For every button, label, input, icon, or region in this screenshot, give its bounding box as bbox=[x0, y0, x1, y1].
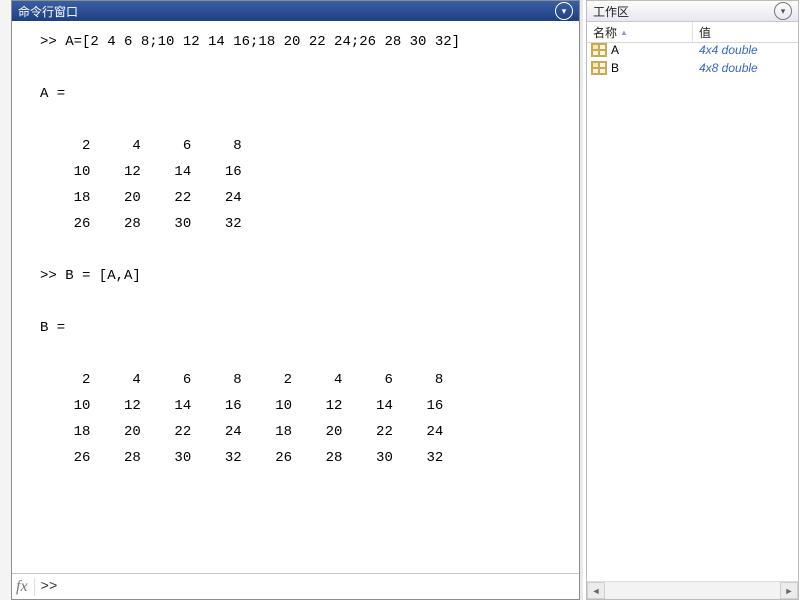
variable-name: B bbox=[611, 61, 619, 75]
workspace-col-name[interactable]: 名称 ▲ bbox=[587, 22, 693, 42]
workspace-var-row[interactable]: B 4x8 double bbox=[587, 59, 798, 77]
command-window-body[interactable]: >> A=[2 4 6 8;10 12 14 16;18 20 22 24;26… bbox=[12, 21, 579, 573]
command-window-panel: 命令行窗口 ▾ >> A=[2 4 6 8;10 12 14 16;18 20 … bbox=[11, 0, 580, 600]
workspace-col-value[interactable]: 值 bbox=[693, 22, 798, 42]
workspace-var-row[interactable]: A 4x4 double bbox=[587, 41, 798, 59]
variable-value: 4x8 double bbox=[697, 61, 798, 75]
sort-asc-icon: ▲ bbox=[620, 28, 628, 37]
command-window-titlebar[interactable]: 命令行窗口 ▾ bbox=[12, 1, 579, 21]
workspace-hscrollbar[interactable]: ◄ ► bbox=[587, 581, 798, 599]
variable-name: A bbox=[611, 43, 619, 57]
variable-value: 4x4 double bbox=[697, 43, 798, 57]
command-prompt: >> bbox=[35, 579, 58, 595]
command-output: >> A=[2 4 6 8;10 12 14 16;18 20 22 24;26… bbox=[12, 21, 579, 479]
panel-menu-icon[interactable]: ▾ bbox=[774, 2, 792, 20]
workspace-body: A 4x4 double B 4x8 double bbox=[587, 41, 798, 581]
panel-menu-icon[interactable]: ▾ bbox=[555, 2, 573, 20]
workspace-titlebar[interactable]: 工作区 ▾ bbox=[587, 1, 798, 22]
variable-icon bbox=[591, 61, 607, 75]
fx-icon[interactable]: fx bbox=[12, 578, 35, 596]
scroll-right-button[interactable]: ► bbox=[780, 582, 798, 599]
workspace-header-row: 名称 ▲ 值 bbox=[587, 22, 798, 43]
command-window-title: 命令行窗口 bbox=[18, 3, 78, 20]
variable-icon bbox=[591, 43, 607, 57]
panel-splitter[interactable] bbox=[580, 0, 583, 600]
workspace-panel: 工作区 ▾ 名称 ▲ 值 A 4x4 double bbox=[586, 0, 799, 600]
scroll-left-button[interactable]: ◄ bbox=[587, 582, 605, 599]
workspace-title: 工作区 bbox=[593, 3, 629, 20]
command-input-bar[interactable]: fx >> bbox=[12, 573, 579, 599]
